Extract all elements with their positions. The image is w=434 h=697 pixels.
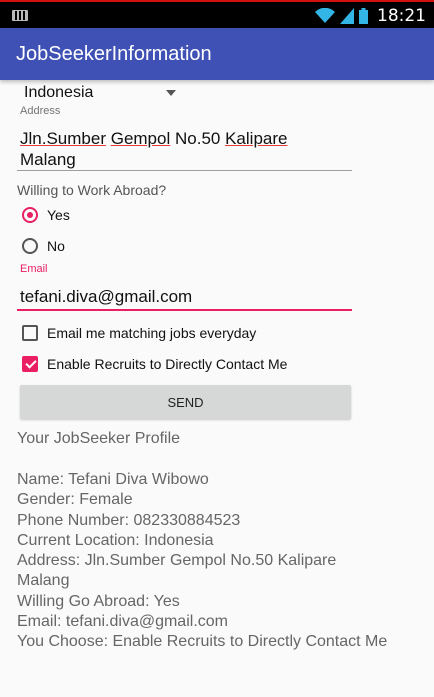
send-button[interactable]: SEND bbox=[20, 385, 351, 419]
checkbox-matching-label: Email me matching jobs everyday bbox=[47, 325, 257, 341]
status-time: 18:21 bbox=[377, 6, 426, 26]
profile-heading: Your JobSeeker Profile bbox=[17, 430, 181, 447]
address-label: Address bbox=[20, 105, 61, 117]
keyboard-icon bbox=[12, 10, 28, 21]
checkbox-matching-box[interactable] bbox=[22, 325, 38, 341]
radio-yes-button[interactable] bbox=[22, 207, 38, 223]
abroad-question: Willing to Work Abroad? bbox=[17, 182, 167, 198]
profile-line: Email: tefani.diva@gmail.com bbox=[17, 613, 228, 631]
chevron-down-icon[interactable] bbox=[166, 90, 176, 96]
radio-no-label: No bbox=[47, 238, 65, 254]
radio-yes-label: Yes bbox=[47, 207, 70, 223]
email-underline bbox=[17, 309, 352, 311]
profile-line: You Choose: Enable Recruits to Directly … bbox=[17, 633, 388, 651]
checkbox-recruits-label: Enable Recruits to Directly Contact Me bbox=[47, 356, 288, 372]
radio-yes[interactable]: Yes bbox=[22, 207, 70, 223]
email-input[interactable]: tefani.diva@gmail.com bbox=[20, 286, 192, 307]
battery-icon bbox=[359, 8, 368, 24]
profile-line: Gender: Female bbox=[17, 491, 133, 509]
address-input[interactable]: Jln.Sumber Gempol No.50 Kalipare Malang bbox=[20, 128, 287, 170]
app-bar: JobSeekerInformation bbox=[0, 28, 434, 80]
radio-no[interactable]: No bbox=[22, 238, 65, 254]
profile-line: Malang bbox=[17, 572, 70, 590]
app-title: JobSeekerInformation bbox=[16, 43, 212, 65]
signal-icon bbox=[340, 8, 354, 24]
status-bar: 18:21 bbox=[0, 0, 434, 28]
address-underline bbox=[17, 170, 352, 171]
profile-line: Phone Number: 082330884523 bbox=[17, 511, 241, 529]
status-icons: 18:21 bbox=[315, 4, 426, 28]
checkbox-recruits-box[interactable] bbox=[22, 356, 38, 372]
profile-line: Willing Go Abroad: Yes bbox=[17, 592, 180, 610]
radio-no-button[interactable] bbox=[22, 238, 38, 254]
checkbox-matching-jobs[interactable]: Email me matching jobs everyday bbox=[22, 325, 256, 341]
profile-summary: Name: Tefani Diva Wibowo Gender: Female … bbox=[17, 470, 427, 653]
profile-line: Address: Jln.Sumber Gempol No.50 Kalipar… bbox=[17, 552, 337, 570]
profile-line: Name: Tefani Diva Wibowo bbox=[17, 471, 209, 488]
wifi-icon bbox=[315, 8, 335, 23]
country-spinner[interactable]: Indonesia bbox=[24, 84, 93, 102]
checkbox-recruits-contact[interactable]: Enable Recruits to Directly Contact Me bbox=[22, 356, 287, 372]
profile-line: Current Location: Indonesia bbox=[17, 531, 214, 549]
email-label: Email bbox=[20, 263, 48, 275]
